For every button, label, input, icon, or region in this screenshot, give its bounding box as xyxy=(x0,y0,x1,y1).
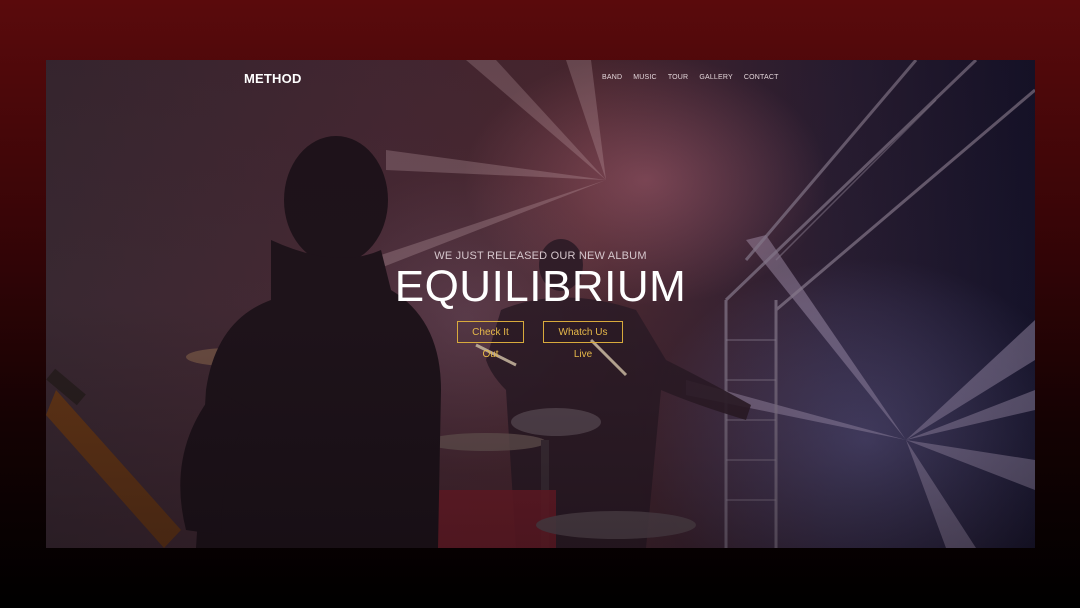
nav-item-contact[interactable]: CONTACT xyxy=(744,74,779,81)
watch-us-live-button[interactable]: Whatch Us Live xyxy=(543,321,623,360)
nav-item-gallery[interactable]: GALLERY xyxy=(699,74,733,81)
nav-item-band[interactable]: BAND xyxy=(602,74,622,81)
nav-item-tour[interactable]: TOUR xyxy=(668,74,689,81)
check-it-out-button[interactable]: Check It Out xyxy=(457,321,524,360)
hero-subtitle: WE JUST RELEASED OUR NEW ALBUM xyxy=(434,250,647,262)
brand-logo[interactable]: METHOD xyxy=(244,71,302,86)
nav-item-music[interactable]: MUSIC xyxy=(633,74,657,81)
hero-title: EQUILIBRIUM xyxy=(394,262,687,311)
hero-section: METHOD BAND MUSIC TOUR GALLERY CONTACT W… xyxy=(46,60,1035,548)
main-nav: BAND MUSIC TOUR GALLERY CONTACT xyxy=(602,74,790,81)
